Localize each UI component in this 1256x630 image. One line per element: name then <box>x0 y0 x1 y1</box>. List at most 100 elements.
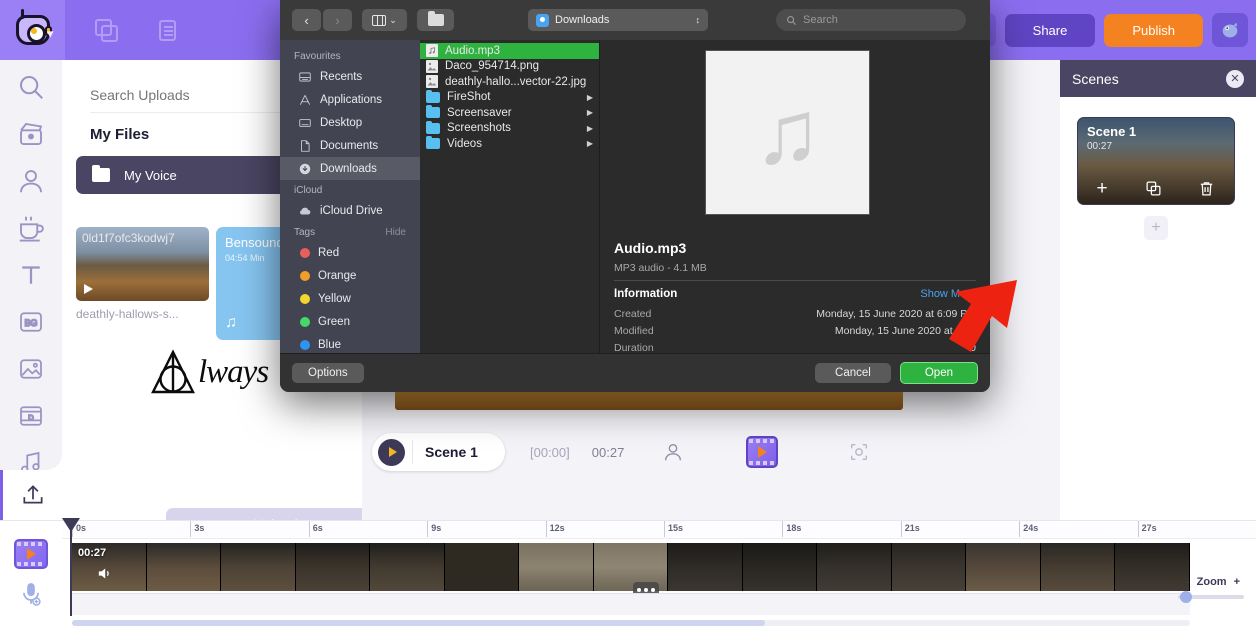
sidebar-tag-orange[interactable]: Orange <box>280 264 420 287</box>
file-list-item[interactable]: FireShot▶ <box>420 90 599 106</box>
speaker-icon[interactable] <box>93 564 115 582</box>
sidebar-tag-label: Yellow <box>318 293 351 305</box>
cancel-button[interactable]: Cancel <box>815 363 891 383</box>
upload-tool-button[interactable] <box>0 470 62 520</box>
dialog-search-field[interactable]: Search <box>776 9 966 31</box>
video-icon[interactable]: D <box>16 401 46 431</box>
tag-color-dot <box>300 271 310 281</box>
horizontal-scrollbar[interactable] <box>72 620 1190 626</box>
divider <box>614 280 976 281</box>
file-list-item[interactable]: Daco_954714.png <box>420 59 599 75</box>
documents-icon <box>298 139 312 153</box>
close-icon[interactable]: ✕ <box>1226 70 1244 88</box>
filmstrip-frame <box>966 543 1041 591</box>
divider <box>412 440 413 464</box>
video-track[interactable] <box>72 543 1190 591</box>
path-select[interactable]: Downloads ↕ <box>528 9 708 31</box>
sidebar-item-label: Recents <box>320 71 362 83</box>
ruler-tick-label: 12s <box>550 523 565 533</box>
tag-color-dot <box>300 248 310 258</box>
back-button[interactable]: ‹ <box>292 9 321 31</box>
audio-duration: 04:54 Min <box>225 253 265 263</box>
audio-track[interactable] <box>72 593 1190 615</box>
sidebar-tag-red[interactable]: Red <box>280 241 420 264</box>
upload-thumb-video[interactable]: 0ld1f7ofc3kodwj7 <box>76 227 209 301</box>
recents-icon <box>298 70 312 84</box>
sidebar-tag-yellow[interactable]: Yellow <box>280 287 420 310</box>
duplicate-icon[interactable] <box>1145 180 1162 197</box>
sidebar-item-label: Applications <box>320 94 382 106</box>
sidebar-item-recents[interactable]: Recents <box>280 65 420 88</box>
hide-tags-button[interactable]: Hide <box>385 227 406 238</box>
share-button[interactable]: Share <box>1005 14 1096 47</box>
show-more-link[interactable]: Show More <box>920 288 976 300</box>
sidebar-section-header: TagsHide <box>280 222 420 241</box>
open-button[interactable]: Open <box>900 362 978 384</box>
microphone-icon[interactable] <box>18 581 44 607</box>
timeline-track-rail <box>0 521 62 630</box>
plus-icon[interactable]: + <box>1096 180 1107 197</box>
file-name-label: Daco_954714.png <box>445 60 539 72</box>
film-icon[interactable] <box>14 539 48 569</box>
ruler-tick: 21s <box>901 521 902 537</box>
new-folder-button[interactable] <box>417 9 454 31</box>
zoom-slider[interactable] <box>1178 595 1244 599</box>
forward-button[interactable]: › <box>323 9 352 31</box>
add-scene-button[interactable]: + <box>1144 216 1168 240</box>
ruler-tick: 6s <box>309 521 310 537</box>
sidebar-item-label: iCloud Drive <box>320 205 383 217</box>
upload-thumb-always-logo[interactable]: lways <box>150 342 280 402</box>
sidebar-tag-blue[interactable]: Blue <box>280 333 420 353</box>
copy-icon[interactable] <box>95 19 117 41</box>
dialog-toolbar: ‹ › ⌄ Downloads ↕ Search <box>280 0 990 40</box>
file-list-item[interactable]: Screenshots▶ <box>420 121 599 137</box>
play-icon[interactable] <box>84 284 93 294</box>
text-icon[interactable] <box>16 260 46 290</box>
character-icon[interactable] <box>16 166 46 196</box>
view-mode-button[interactable]: ⌄ <box>362 9 407 31</box>
document-icon[interactable] <box>159 20 176 41</box>
zoom-slider-knob[interactable] <box>1180 591 1192 603</box>
sidebar-item-applications[interactable]: Applications <box>280 88 420 111</box>
focus-icon[interactable] <box>848 441 870 463</box>
trash-icon[interactable] <box>1198 180 1215 197</box>
file-list-item[interactable]: Screensaver▶ <box>420 105 599 121</box>
file-list-item[interactable]: deathly-hallo...vector-22.jpg <box>420 74 599 90</box>
search-icon[interactable] <box>16 72 46 102</box>
dialog-search-placeholder: Search <box>803 14 838 26</box>
avatar[interactable] <box>1212 13 1248 47</box>
zoom-in-button[interactable]: + <box>1234 576 1240 588</box>
timeline-ruler[interactable]: 0s3s6s9s12s15s18s21s24s27s <box>62 521 1256 539</box>
options-button[interactable]: Options <box>292 363 364 383</box>
publish-button[interactable]: Publish <box>1104 14 1203 47</box>
filmstrip-frame <box>668 543 743 591</box>
app-logo[interactable]: ▾ <box>0 0 65 60</box>
filmstrip-frame <box>445 543 520 591</box>
scene-selector[interactable]: Scene 1 <box>372 433 505 471</box>
file-list-item[interactable]: Videos▶ <box>420 136 599 152</box>
mascot-logo-icon <box>16 15 50 45</box>
sidebar-item-documents[interactable]: Documents <box>280 134 420 157</box>
sidebar-item-desktop[interactable]: Desktop <box>280 111 420 134</box>
file-list-item[interactable]: Audio.mp3 <box>420 43 599 59</box>
props-icon[interactable] <box>16 213 46 243</box>
tag-color-dot <box>300 340 310 350</box>
character-icon[interactable] <box>662 441 684 463</box>
scene-play-button[interactable] <box>378 439 405 466</box>
sidebar-item-downloads[interactable]: Downloads <box>280 157 420 180</box>
sidebar-tag-green[interactable]: Green <box>280 310 420 333</box>
dialog-preview-pane: ♫ Audio.mp3 MP3 audio - 4.1 MB Informati… <box>600 40 990 353</box>
clapperboard-icon[interactable] <box>16 119 46 149</box>
sidebar-tag-label: Red <box>318 247 339 259</box>
bg-icon[interactable]: BG <box>16 307 46 337</box>
folder-label: My Voice <box>124 168 177 183</box>
sidebar-item-label: Downloads <box>320 163 377 175</box>
file-name-label: Audio.mp3 <box>445 45 500 57</box>
scene-card[interactable]: Scene 1 00:27 + <box>1077 117 1235 205</box>
image-icon[interactable] <box>16 354 46 384</box>
sidebar-item-icloud-drive[interactable]: iCloud Drive <box>280 199 420 222</box>
zoom-out-button[interactable]: - <box>1186 576 1190 588</box>
film-icon[interactable] <box>746 436 778 468</box>
chevron-down-icon[interactable]: ▾ <box>47 26 54 42</box>
ruler-tick-label: 9s <box>431 523 441 533</box>
